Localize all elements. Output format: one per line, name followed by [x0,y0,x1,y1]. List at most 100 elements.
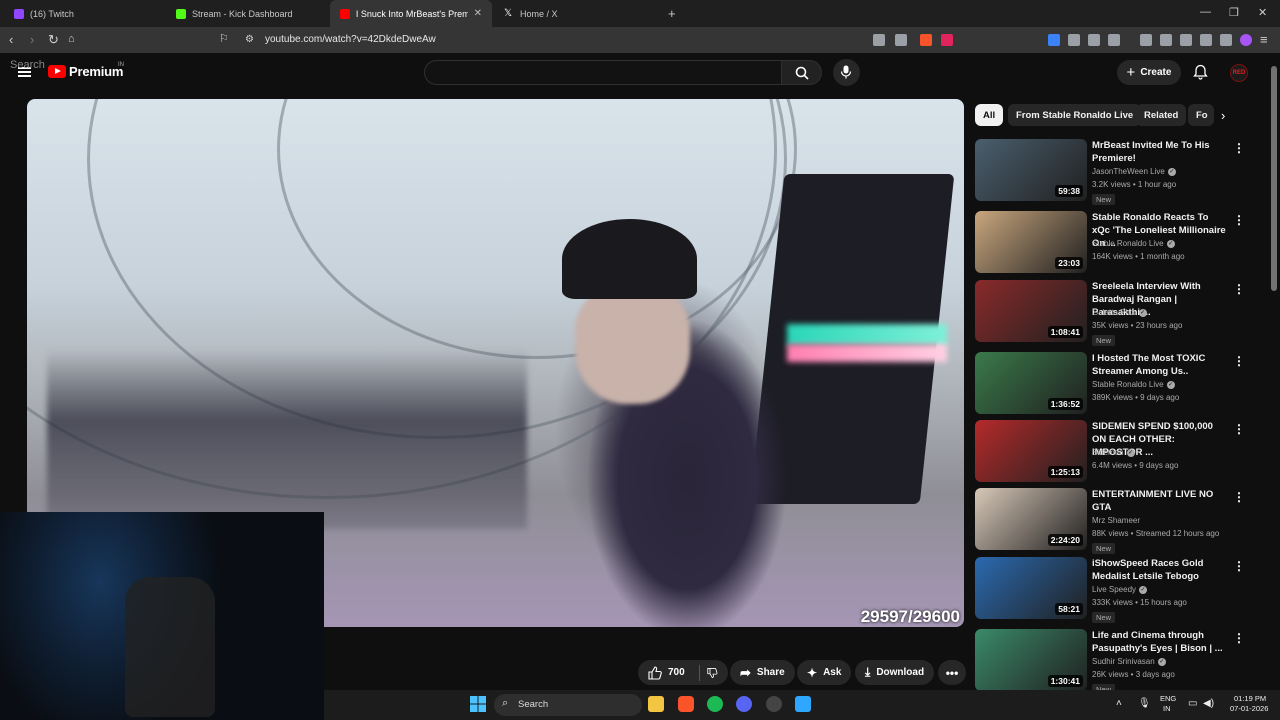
screen-icon[interactable] [873,34,885,46]
sidebar-icon[interactable] [1160,34,1172,46]
chip-all[interactable]: All [975,104,1004,126]
recommendation-item[interactable]: 1:30:41 Life and Cinema through Pasupathy… [975,629,1255,695]
spotify-icon[interactable] [707,696,723,712]
audio-extension-icon[interactable] [1048,34,1060,46]
more-vertical-icon[interactable]: ⋮ [1233,213,1245,227]
recommendation-item[interactable]: 2:24:20 ENTERTAINMENT LIVE NO GTA Mrz Sham… [975,488,1255,554]
channel-name[interactable]: JasonTheWeen Live [1092,167,1165,176]
recommendation-item[interactable]: 59:38 MrBeast Invited Me To His Premiere!… [975,139,1255,205]
video-title[interactable]: iShowSpeed Races Gold Medalist Letsile T… [1092,557,1227,583]
extension-icon[interactable] [1068,34,1080,46]
recommendation-item[interactable]: 23:03 Stable Ronaldo Reacts To xQc 'The L… [975,211,1255,275]
chevron-up-icon[interactable]: ˄ [1116,698,1122,709]
video-title[interactable]: MrBeast Invited Me To His Premiere! [1092,139,1227,165]
ask-button[interactable]: ✦ Ask [797,660,852,685]
download-button[interactable]: ⤓ Download [855,660,935,685]
volume-icon[interactable]: ◀) [1203,698,1214,709]
tab-x[interactable]: 𝕏 Home / X [494,0,656,27]
recommendation-item[interactable]: 1:25:13 SIDEMEN SPEND $100,000 ON EACH OT… [975,420,1255,484]
more-vertical-icon[interactable]: ⋮ [1233,631,1245,645]
create-button[interactable]: + Create [1117,60,1181,85]
clock-time[interactable]: 01:19 PM [1234,694,1266,703]
chip-truncated[interactable]: Fo [1188,104,1214,126]
channel-name[interactable]: Mrz Shameer [1092,516,1140,525]
tab-kick[interactable]: Stream - Kick Dashboard [166,0,330,27]
chevron-right-icon[interactable]: › [1221,108,1225,123]
more-vertical-icon[interactable]: ⋮ [1233,282,1245,296]
file-explorer-icon[interactable] [648,696,664,712]
recommendation-item[interactable]: 1:08:41 Sreeleela Interview With Baradwaj… [975,280,1255,346]
video-thumbnail[interactable]: 59:38 [975,139,1087,201]
youtube-logo-icon[interactable] [48,65,66,78]
video-thumbnail[interactable]: 1:08:41 [975,280,1087,342]
video-title[interactable]: I Hosted The Most TOXIC Streamer Among U… [1092,352,1227,378]
scrollbar-thumb[interactable] [1271,66,1277,291]
close-tab-icon[interactable]: ✕ [474,8,482,19]
video-title[interactable]: ENTERTAINMENT LIVE NO GTA [1092,488,1227,514]
share-page-icon[interactable] [895,34,907,46]
share-button[interactable]: ➦ Share [730,660,795,685]
puzzle-icon[interactable] [1088,34,1100,46]
tab-twitch[interactable]: (16) Twitch [4,0,166,27]
new-tab-button[interactable]: + [658,0,686,27]
ai-icon[interactable] [1200,34,1212,46]
video-thumbnail[interactable]: 2:24:20 [975,488,1087,550]
video-title[interactable]: Life and Cinema through Pasupathy's Eyes… [1092,629,1227,655]
discord-icon[interactable] [736,696,752,712]
video-thumbnail[interactable]: 1:36:52 [975,352,1087,414]
reload-icon[interactable]: ↻ [48,33,59,46]
more-vertical-icon[interactable]: ⋮ [1233,559,1245,573]
channel-name[interactable]: Sudhir Srinivasan [1092,657,1155,666]
microphone-tray-icon[interactable]: 🎙 [1138,698,1151,709]
page-scrollbar[interactable] [1270,56,1278,720]
restore-icon[interactable]: ❐ [1229,6,1239,19]
vpn-icon[interactable] [1220,34,1232,46]
channel-name[interactable]: Live Speedy [1092,585,1136,594]
back-icon[interactable]: ‹ [9,33,13,46]
bookmark-icon[interactable]: ⚐ [219,33,229,46]
notifications-bell-icon[interactable] [1193,64,1208,80]
close-window-icon[interactable]: ✕ [1258,6,1267,19]
brave-shields-icon[interactable] [920,34,932,46]
channel-name[interactable]: Sidemen [1092,448,1124,457]
search-button[interactable] [781,60,822,85]
youtube-premium-logo[interactable]: Premium [69,64,123,79]
app-f-icon[interactable] [795,696,811,712]
wallet-icon[interactable] [1180,34,1192,46]
menu-icon[interactable]: ≡ [1260,33,1268,46]
language-indicator[interactable]: ENG [1160,694,1176,703]
url-text[interactable]: youtube.com/watch?v=42DkdeDweAw [265,34,436,45]
voice-search-button[interactable] [833,59,860,86]
music-icon[interactable] [1140,34,1152,46]
windows-start-icon[interactable] [470,696,486,712]
more-vertical-icon[interactable]: ⋮ [1233,354,1245,368]
brave-rewards-icon[interactable] [941,34,953,46]
chip-related[interactable]: Related [1136,104,1187,126]
channel-name[interactable]: Galatta Plus [1092,308,1136,317]
thumbs-down-icon[interactable] [707,666,718,680]
tab-youtube[interactable]: I Snuck Into MrBeast's Premiere! ✕ [330,0,492,27]
more-vertical-icon[interactable]: ⋮ [1233,422,1245,436]
more-vertical-icon[interactable]: ⋮ [1233,490,1245,504]
taskbar-search-box[interactable] [494,694,642,716]
capture-icon[interactable] [1108,34,1120,46]
more-vertical-icon[interactable]: ⋮ [1233,141,1245,155]
network-icon[interactable]: ▭ [1188,698,1197,709]
account-avatar[interactable]: RED [1230,64,1248,82]
video-thumbnail[interactable]: 1:30:41 [975,629,1087,691]
search-input[interactable] [424,60,782,85]
minimize-icon[interactable]: — [1200,6,1211,18]
forward-icon[interactable]: › [30,33,34,46]
channel-name[interactable]: Stable Ronaldo Live [1092,380,1164,389]
recommendation-item[interactable]: 1:36:52 I Hosted The Most TOXIC Streamer … [975,352,1255,416]
channel-name[interactable]: Stable Ronaldo Live [1092,239,1164,248]
more-actions-button[interactable]: ••• [938,660,966,685]
video-thumbnail[interactable]: 1:25:13 [975,420,1087,482]
home-icon[interactable]: ⌂ [68,33,75,46]
profile-icon[interactable] [1240,34,1252,46]
video-thumbnail[interactable]: 23:03 [975,211,1087,273]
like-button[interactable]: 700 [648,665,685,680]
chip-from-channel[interactable]: From Stable Ronaldo Live [1008,104,1142,126]
brave-browser-icon[interactable] [678,696,694,712]
video-thumbnail[interactable]: 58:21 [975,557,1087,619]
